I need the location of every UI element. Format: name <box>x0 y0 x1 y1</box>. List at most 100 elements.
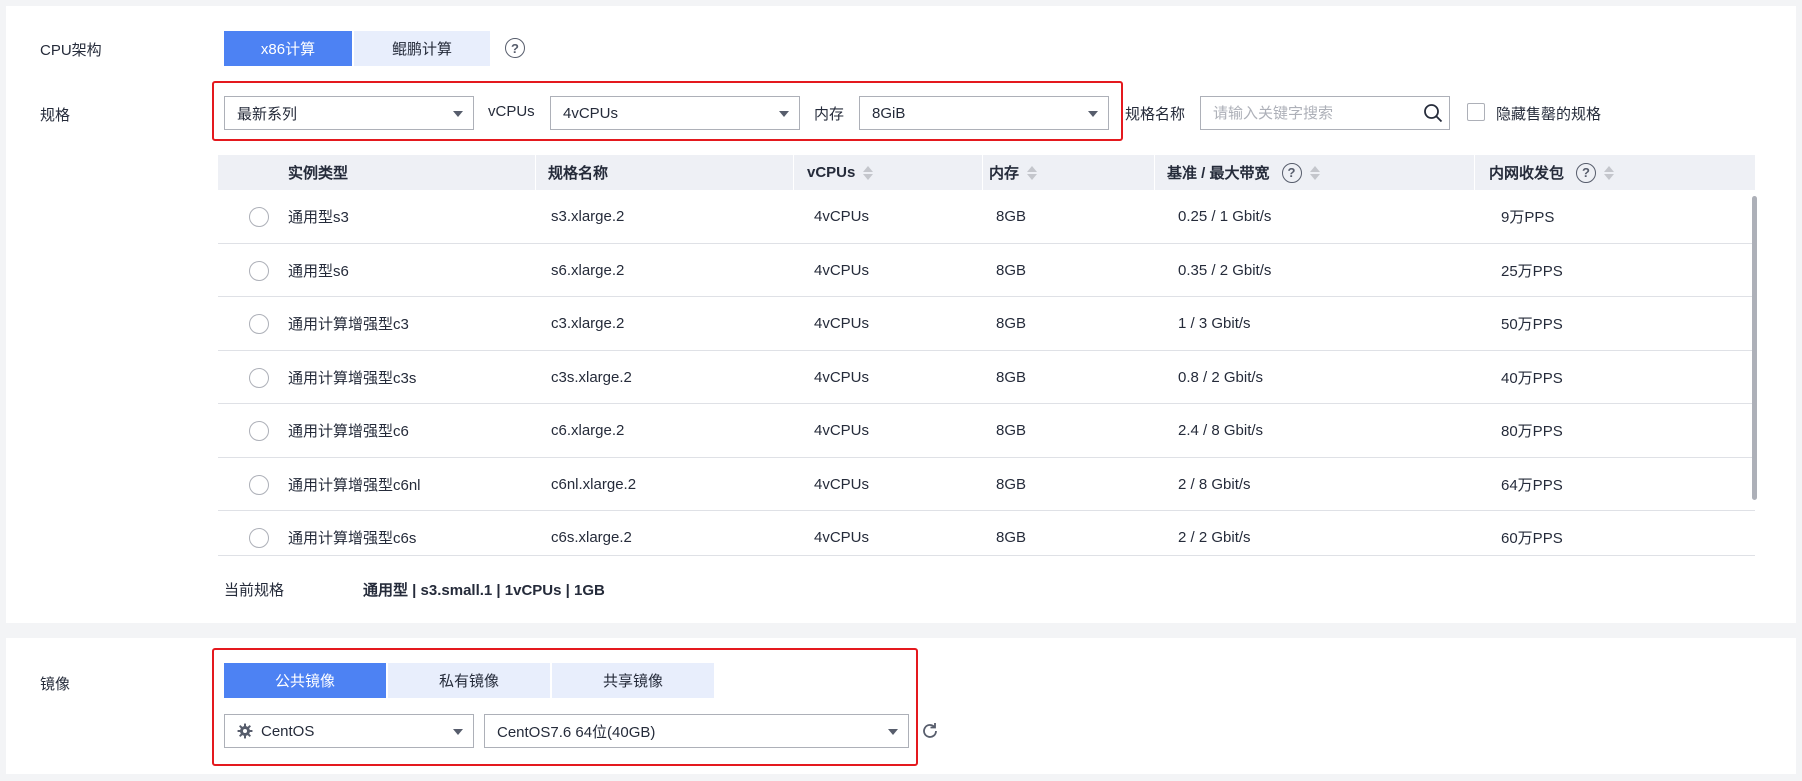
caret-down-icon <box>453 111 463 117</box>
sort-icon[interactable] <box>1027 165 1038 181</box>
gear-icon <box>237 723 253 739</box>
cell-vcpus: 4vCPUs <box>814 422 870 439</box>
caret-down-icon <box>1088 111 1098 117</box>
table-row[interactable]: 通用计算增强型c3 c3.xlarge.2 4vCPUs 8GB 1 / 3 Gbit/… <box>218 297 1755 351</box>
refresh-icon[interactable] <box>920 721 940 741</box>
table-row[interactable]: 通用型s6 s6.xlarge.2 4vCPUs 8GB 0.35 / 2 Gbit/s… <box>218 244 1755 297</box>
memory-select[interactable]: 8GiB <box>859 96 1109 130</box>
sort-icon[interactable] <box>1604 165 1615 181</box>
spec-search <box>1200 96 1450 130</box>
cell-bandwidth: 0.8 / 2 Gbit/s <box>1178 368 1264 386</box>
col-bandwidth[interactable]: 基准 / 最大带宽? <box>1167 155 1320 190</box>
cell-bandwidth: 2 / 2 Gbit/s <box>1178 529 1251 546</box>
radio-icon[interactable] <box>249 528 269 548</box>
table-scrollbar[interactable] <box>1752 196 1757 500</box>
spec-label: 规格 <box>40 107 71 124</box>
sort-icon[interactable] <box>863 165 874 181</box>
radio-icon[interactable] <box>249 207 269 227</box>
caret-down-icon <box>779 111 789 117</box>
cell-pps: 40万PPS <box>1501 369 1563 387</box>
spec-table: 实例类型 规格名称 vCPUs 内存 基准 / 最大带宽? 内网收发包? 通用型… <box>218 155 1755 555</box>
vcpus-select-value: 4vCPUs <box>563 104 619 122</box>
caret-down-icon <box>888 729 898 735</box>
image-tabs: 公共镜像 私有镜像 共享镜像 <box>224 663 716 698</box>
tab-private-image[interactable]: 私有镜像 <box>388 663 550 698</box>
search-icon[interactable] <box>1423 103 1443 123</box>
table-header: 实例类型 规格名称 vCPUs 内存 基准 / 最大带宽? 内网收发包? <box>218 155 1755 190</box>
cell-vcpus: 4vCPUs <box>814 208 870 225</box>
cell-spec-name: s6.xlarge.2 <box>551 261 625 279</box>
spec-search-input[interactable] <box>1213 97 1423 129</box>
cell-pps: 64万PPS <box>1501 476 1563 494</box>
cell-spec-name: c6.xlarge.2 <box>551 422 625 439</box>
col-spec-name: 规格名称 <box>548 165 609 182</box>
table-row[interactable]: 通用型s3 s3.xlarge.2 4vCPUs 8GB 0.25 / 1 Gbit/s… <box>218 190 1755 244</box>
cell-vcpus: 4vCPUs <box>814 261 870 279</box>
radio-icon[interactable] <box>249 260 269 281</box>
image-label: 镜像 <box>40 676 71 693</box>
cell-memory: 8GB <box>996 368 1027 386</box>
cell-instance-type: 通用计算增强型c6 <box>288 423 409 440</box>
vcpus-label: vCPUs <box>488 103 535 120</box>
cpu-arch-tabs: x86计算 鲲鹏计算 <box>224 31 492 66</box>
cell-bandwidth: 2.4 / 8 Gbit/s <box>1178 422 1264 439</box>
table-row[interactable]: 通用计算增强型c6s c6s.xlarge.2 4vCPUs 8GB 2 / 2 Gbi… <box>218 511 1755 555</box>
memory-label: 内存 <box>814 106 845 123</box>
help-icon[interactable]: ? <box>505 38 525 58</box>
cell-spec-name: c6s.xlarge.2 <box>551 529 632 546</box>
cell-pps: 80万PPS <box>1501 423 1563 440</box>
image-version-select[interactable]: CentOS7.6 64位(40GB) <box>484 714 909 748</box>
radio-icon[interactable] <box>249 421 269 441</box>
cell-spec-name: c6nl.xlarge.2 <box>551 475 637 493</box>
cell-pps: 60万PPS <box>1501 530 1563 547</box>
cell-memory: 8GB <box>996 261 1027 279</box>
tab-x86[interactable]: x86计算 <box>224 31 352 66</box>
table-row[interactable]: 通用计算增强型c6nl c6nl.xlarge.2 4vCPUs 8GB 2 / 8 G… <box>218 458 1755 511</box>
col-instance-type: 实例类型 <box>288 165 349 182</box>
hide-soldout-checkbox[interactable] <box>1467 103 1485 121</box>
current-spec-label: 当前规格 <box>224 582 285 599</box>
cell-instance-type: 通用计算增强型c6s <box>288 530 417 547</box>
col-memory[interactable]: 内存 <box>989 155 1038 190</box>
cell-pps: 25万PPS <box>1501 262 1563 280</box>
tab-public-image[interactable]: 公共镜像 <box>224 663 386 698</box>
sort-icon[interactable] <box>1309 165 1320 181</box>
col-vcpus[interactable]: vCPUs <box>807 155 874 190</box>
cell-bandwidth: 1 / 3 Gbit/s <box>1178 315 1251 332</box>
col-pps[interactable]: 内网收发包? <box>1489 155 1615 190</box>
cell-instance-type: 通用型s6 <box>288 262 349 280</box>
table-body: 通用型s3 s3.xlarge.2 4vCPUs 8GB 0.25 / 1 Gbit/s… <box>218 190 1755 555</box>
cell-vcpus: 4vCPUs <box>814 368 870 386</box>
image-version-value: CentOS7.6 64位(40GB) <box>497 723 656 741</box>
cell-memory: 8GB <box>996 422 1027 439</box>
vcpus-select[interactable]: 4vCPUs <box>550 96 800 130</box>
table-row[interactable]: 通用计算增强型c3s c3s.xlarge.2 4vCPUs 8GB 0.8 / 2 G… <box>218 351 1755 404</box>
os-select-value: CentOS <box>261 722 315 740</box>
radio-icon[interactable] <box>249 367 269 388</box>
cell-bandwidth: 0.35 / 2 Gbit/s <box>1178 261 1272 279</box>
series-select[interactable]: 最新系列 <box>224 96 474 130</box>
radio-icon[interactable] <box>249 474 269 495</box>
cell-spec-name: s3.xlarge.2 <box>551 208 625 225</box>
cell-spec-name: c3.xlarge.2 <box>551 315 625 332</box>
help-icon[interactable]: ? <box>1281 162 1302 183</box>
help-icon[interactable]: ? <box>1576 162 1597 183</box>
image-card <box>6 638 1796 774</box>
tab-shared-image[interactable]: 共享镜像 <box>552 663 714 698</box>
cell-spec-name: c3s.xlarge.2 <box>551 368 632 386</box>
caret-down-icon <box>453 729 463 735</box>
hide-soldout-label: 隐藏售罄的规格 <box>1496 106 1602 123</box>
cell-memory: 8GB <box>996 529 1027 546</box>
cell-instance-type: 通用计算增强型c3 <box>288 316 409 333</box>
cell-instance-type: 通用计算增强型c6nl <box>288 476 421 494</box>
table-row[interactable]: 通用计算增强型c6 c6.xlarge.2 4vCPUs 8GB 2.4 / 8 Gbi… <box>218 404 1755 458</box>
cell-instance-type: 通用型s3 <box>288 209 349 226</box>
cell-vcpus: 4vCPUs <box>814 315 870 332</box>
tab-kunpeng[interactable]: 鲲鹏计算 <box>354 31 490 66</box>
series-select-value: 最新系列 <box>237 105 298 123</box>
radio-icon[interactable] <box>249 314 269 334</box>
os-select[interactable]: CentOS <box>224 714 474 748</box>
current-spec-value: 通用型 | s3.small.1 | 1vCPUs | 1GB <box>363 582 605 599</box>
cell-pps: 50万PPS <box>1501 316 1563 333</box>
cell-memory: 8GB <box>996 475 1027 493</box>
